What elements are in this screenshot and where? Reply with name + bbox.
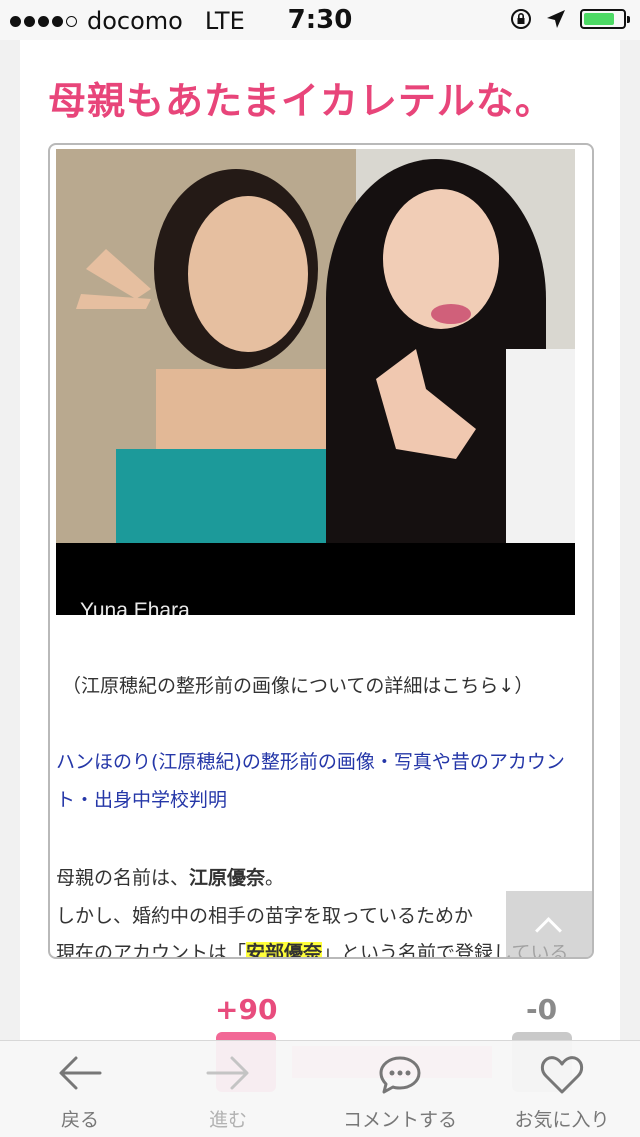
bottom-toolbar: 戻る 進む コメントする お気に入り [0, 1040, 640, 1137]
arrow-right-icon [206, 1056, 249, 1090]
rotation-lock-icon [511, 9, 531, 29]
comment-label: コメントする [342, 1109, 457, 1131]
article-heading: 母親もあたまイカレテルな。 [48, 79, 554, 123]
status-right [510, 8, 630, 30]
scroll-to-top-button[interactable] [506, 891, 592, 957]
related-link-line-2[interactable]: ト・出身中学校判明 [56, 785, 227, 812]
favorite-label: お気に入り [514, 1109, 610, 1131]
related-link-line-1[interactable]: ハンほのり(江原穂紀)の整形前の画像・写真や昔のアカウン [56, 747, 565, 774]
status-bar: docomo LTE 7:30 [0, 0, 640, 40]
account-line: 現在のアカウントは「安部優奈」という名前で登録している [56, 938, 568, 959]
minus-vote-count: -0 [526, 993, 558, 1026]
details-note: （江原穂紀の整形前の画像についての詳細はこちら↓） [62, 675, 534, 697]
article-photo: Yuna Ehara [56, 149, 575, 615]
however-line: しかし、婚約中の相手の苗字を取っているためか [56, 905, 474, 927]
mother-name-line: 母親の名前は、江原優奈。 [56, 863, 284, 890]
location-arrow-icon [547, 10, 565, 28]
favorite-button[interactable]: お気に入り [502, 1041, 622, 1137]
article-page: 母親もあたまイカレテルな。 Yuna Ehara （江原穂紀の整形前の画像につい… [20, 40, 620, 1040]
account-prefix: 現在のアカウントは「 [56, 942, 247, 959]
chevron-up-icon [535, 917, 562, 944]
photo-caption: Yuna Ehara [80, 599, 190, 615]
mother-name-prefix: 母親の名前は、 [56, 867, 190, 889]
account-name-highlight: 安部優奈 [246, 942, 323, 957]
speech-bubble-icon [379, 1056, 421, 1094]
forward-label: 進む [208, 1109, 247, 1131]
forward-button[interactable]: 進む [166, 1041, 290, 1137]
battery-icon [580, 9, 630, 29]
arrow-left-icon [59, 1056, 102, 1090]
heart-icon [540, 1056, 584, 1094]
plus-vote-count: +90 [215, 993, 278, 1026]
article-body: Yuna Ehara （江原穂紀の整形前の画像についての詳細はこちら↓） ハンほ… [48, 143, 594, 959]
mother-name: 江原優奈 [189, 867, 266, 889]
back-button[interactable]: 戻る [18, 1041, 142, 1137]
comment-button[interactable]: コメントする [320, 1041, 480, 1137]
mother-name-suffix: 。 [265, 867, 285, 889]
back-label: 戻る [60, 1109, 99, 1131]
